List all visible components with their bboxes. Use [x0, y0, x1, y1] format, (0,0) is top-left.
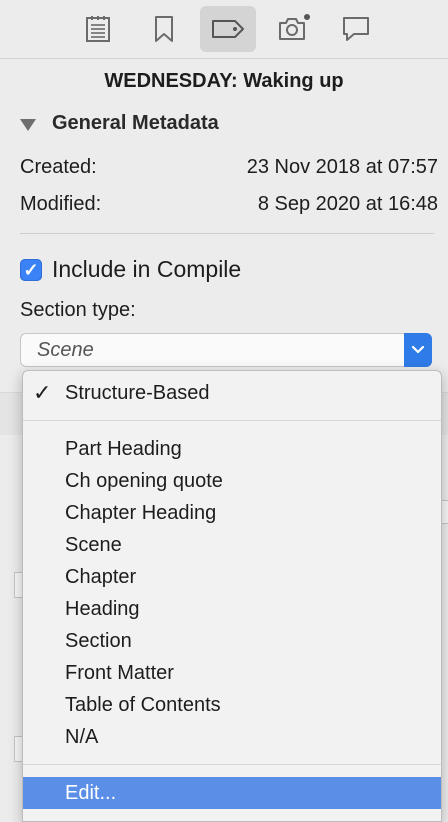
popup-chevron-down-icon[interactable] [404, 333, 432, 367]
menu-item[interactable]: Table of Contents [23, 689, 441, 721]
modified-label: Modified: [20, 193, 102, 215]
menu-separator [23, 420, 441, 421]
include-in-compile-label: Include in Compile [52, 256, 242, 282]
include-in-compile-row[interactable]: ✓ Include in Compile [20, 256, 241, 283]
menu-item[interactable]: Ch opening quote [23, 465, 441, 497]
metadata-button[interactable] [200, 6, 256, 52]
menu-separator [23, 764, 441, 765]
include-in-compile-checkbox[interactable]: ✓ [20, 258, 42, 281]
document-title: WEDNESDAY: Waking up [104, 70, 344, 92]
section-type-popup[interactable]: Scene [20, 333, 432, 367]
metadata-tag-icon [212, 20, 244, 38]
menu-item-edit[interactable]: Edit... [23, 777, 441, 809]
checkmark-icon: ✓ [23, 259, 39, 280]
created-row: Created: 23 Nov 2018 at 07:57 [20, 156, 438, 179]
notes-button[interactable] [70, 6, 126, 52]
menu-item[interactable]: Section [23, 625, 441, 657]
snapshot-indicator-dot [304, 14, 310, 20]
menu-item[interactable]: Chapter [23, 561, 441, 593]
menu-item[interactable]: Scene [23, 529, 441, 561]
section-type-label: Section type: [20, 299, 136, 321]
modified-row: Modified: 8 Sep 2020 at 16:48 [20, 193, 438, 216]
general-metadata-header[interactable]: General Metadata [20, 112, 219, 135]
snapshot-camera-icon [279, 18, 305, 40]
menu-checkmark-icon: ✓ [33, 380, 52, 405]
menu-item[interactable]: N/A [23, 721, 441, 753]
disclosure-triangle-icon[interactable] [20, 118, 36, 131]
comments-icon [343, 17, 369, 41]
inspector-toolbar [0, 0, 448, 59]
bookmark-icon [155, 16, 173, 42]
section-type-value: Scene [37, 339, 94, 361]
comments-button[interactable] [328, 6, 384, 52]
snapshots-button[interactable] [264, 6, 320, 52]
menu-item[interactable]: Front Matter [23, 657, 441, 689]
metadata-divider [20, 233, 434, 234]
created-value: 23 Nov 2018 at 07:57 [246, 156, 438, 178]
section-type-menu: ✓ Structure-Based Part Heading Ch openin… [22, 370, 442, 822]
general-metadata-label: General Metadata [52, 112, 219, 134]
notes-icon [86, 16, 110, 42]
menu-item[interactable]: Part Heading [23, 433, 441, 465]
created-label: Created: [20, 156, 97, 178]
menu-item[interactable]: Chapter Heading [23, 497, 441, 529]
menu-item[interactable]: Heading [23, 593, 441, 625]
bookmarks-button[interactable] [136, 6, 192, 52]
menu-item-structure-based[interactable]: ✓ Structure-Based [23, 377, 441, 409]
modified-value: 8 Sep 2020 at 16:48 [257, 193, 438, 215]
